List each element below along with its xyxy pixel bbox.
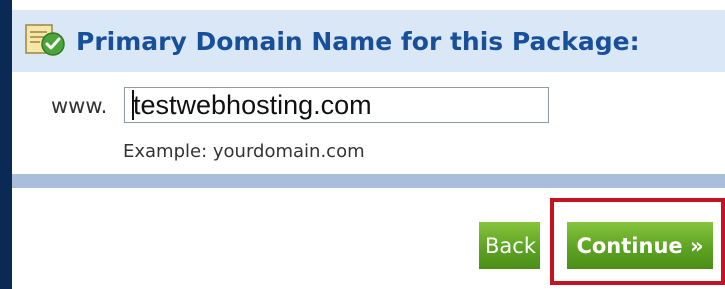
domain-panel: Primary Domain Name for this Package: ww… <box>12 0 725 289</box>
separator-band <box>12 174 725 188</box>
domain-example-hint: Example: yourdomain.com <box>123 141 365 162</box>
section-title: Primary Domain Name for this Package: <box>76 27 640 56</box>
continue-highlight-box <box>550 198 725 285</box>
text-cursor <box>132 90 134 120</box>
back-button[interactable]: Back <box>479 222 540 269</box>
document-check-icon <box>25 24 65 56</box>
section-header: Primary Domain Name for this Package: <box>12 10 725 72</box>
www-prefix-label: www. <box>51 94 108 118</box>
domain-name-input[interactable] <box>124 87 549 123</box>
